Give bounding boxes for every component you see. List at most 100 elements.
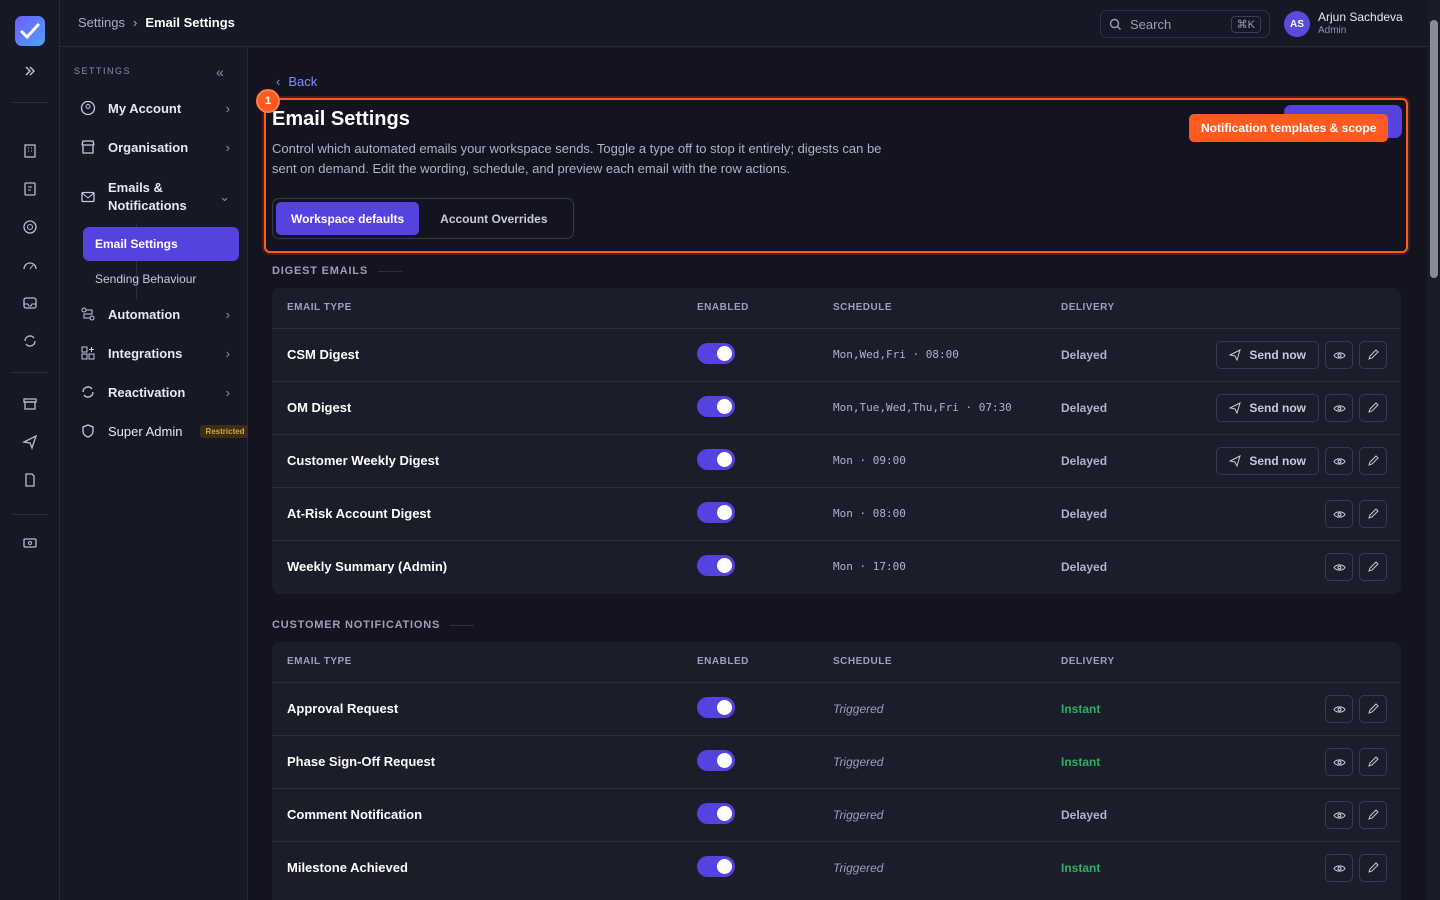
enabled-toggle[interactable] — [697, 502, 735, 523]
gauge-icon[interactable] — [20, 255, 40, 275]
pencil-icon — [1368, 508, 1379, 519]
user-role: Admin — [1318, 25, 1347, 36]
collapse-sidebar-icon[interactable]: « — [216, 64, 224, 80]
pencil-icon — [1368, 349, 1379, 360]
schedule-value: Triggered — [833, 702, 884, 716]
enabled-toggle[interactable] — [697, 555, 735, 576]
chevron-down-icon: ⌄ — [219, 189, 230, 204]
eye-icon — [1332, 404, 1346, 412]
row-actions — [1325, 695, 1387, 723]
preview-button[interactable] — [1325, 801, 1353, 829]
expand-icon[interactable] — [20, 61, 40, 81]
sidebar-item-label: Reactivation — [108, 384, 186, 400]
delivery-value: Delayed — [1061, 560, 1108, 574]
preview-button[interactable] — [1325, 695, 1353, 723]
preview-button[interactable] — [1325, 341, 1353, 369]
send-now-label: Send now — [1249, 454, 1306, 468]
refresh-icon — [82, 386, 94, 398]
email-type-name: OM Digest — [287, 400, 352, 415]
col-enabled: ENABLED — [697, 302, 749, 313]
sidebar-item-reactivation[interactable]: Reactivation › — [80, 384, 230, 400]
checklist-icon[interactable] — [20, 179, 40, 199]
app-logo[interactable] — [15, 16, 45, 46]
table-row: Phase Sign-Off Request Triggered Instant — [272, 736, 1401, 789]
send-now-button[interactable]: Send now — [1216, 341, 1319, 369]
preview-button[interactable] — [1325, 748, 1353, 776]
send-icon[interactable] — [20, 432, 40, 452]
sidebar-item-automation[interactable]: Automation › — [80, 306, 230, 322]
billing-icon[interactable] — [20, 533, 40, 553]
preview-button[interactable] — [1325, 553, 1353, 581]
edit-button[interactable] — [1359, 341, 1387, 369]
delivery-value: Delayed — [1061, 401, 1108, 415]
sidebar-item-integrations[interactable]: Integrations › — [80, 345, 230, 361]
send-icon — [1229, 349, 1242, 361]
row-actions — [1325, 553, 1387, 581]
edit-button[interactable] — [1359, 748, 1387, 776]
target-icon[interactable] — [20, 217, 40, 237]
section-title: DIGEST EMAILS — [272, 265, 368, 277]
table-header: EMAIL TYPE ENABLED SCHEDULE DELIVERY — [272, 288, 1401, 329]
scrollbar-thumb[interactable] — [1430, 20, 1438, 278]
delivery-value: Instant — [1061, 702, 1101, 716]
sidebar-subitem-sending-behaviour[interactable]: Sending Behaviour — [95, 272, 196, 286]
document-icon[interactable] — [20, 470, 40, 490]
preview-button[interactable] — [1325, 854, 1353, 882]
edit-button[interactable] — [1359, 553, 1387, 581]
shield-icon — [82, 424, 94, 438]
user-name[interactable]: Arjun Sachdeva — [1318, 10, 1403, 24]
table-row: CSM Digest Mon,Wed,Fri · 08:00 Delayed S… — [272, 329, 1401, 382]
sidebar-item-super-admin[interactable]: Super Admin Restricted — [80, 423, 260, 439]
preview-button[interactable] — [1325, 447, 1353, 475]
back-link[interactable]: ‹ Back — [276, 74, 317, 89]
sidebar-item-my-account[interactable]: My Account › — [80, 100, 230, 116]
tab-workspace-defaults[interactable]: Workspace defaults — [276, 202, 420, 235]
enabled-toggle[interactable] — [697, 396, 735, 417]
send-now-button[interactable]: Send now — [1216, 394, 1319, 422]
send-now-label: Send now — [1249, 401, 1306, 415]
col-delivery: DELIVERY — [1061, 302, 1115, 313]
breadcrumb-parent[interactable]: Settings — [78, 15, 125, 30]
preview-button[interactable] — [1325, 394, 1353, 422]
main-content: ‹ Back 1 Notification templates & scope E… — [248, 48, 1426, 900]
edit-button[interactable] — [1359, 447, 1387, 475]
schedule-value: Mon · 09:00 — [833, 454, 906, 467]
rail-divider — [12, 514, 48, 515]
edit-button[interactable] — [1359, 500, 1387, 528]
schedule-value: Triggered — [833, 861, 884, 875]
enabled-toggle[interactable] — [697, 449, 735, 470]
schedule-value: Triggered — [833, 808, 884, 822]
send-now-button[interactable]: Send now — [1216, 447, 1319, 475]
avatar[interactable]: AS — [1284, 11, 1310, 37]
delivery-value: Delayed — [1061, 507, 1108, 521]
table-row: Approval Request Triggered Instant — [272, 683, 1401, 736]
row-actions — [1325, 500, 1387, 528]
sidebar-subitem-email-settings[interactable]: Email Settings — [83, 227, 239, 261]
page-scrollbar[interactable] — [1428, 0, 1440, 900]
table-row: Customer Weekly Digest Mon · 09:00 Delay… — [272, 435, 1401, 488]
col-email-type: EMAIL TYPE — [287, 302, 352, 313]
sidebar-item-organisation[interactable]: Organisation › — [80, 139, 230, 155]
edit-button[interactable] — [1359, 854, 1387, 882]
section-heading: CUSTOMER NOTIFICATIONS — [272, 619, 475, 631]
building-icon[interactable] — [20, 141, 40, 161]
archive-icon[interactable] — [20, 394, 40, 414]
edit-button[interactable] — [1359, 801, 1387, 829]
enabled-toggle[interactable] — [697, 803, 735, 824]
pencil-icon — [1368, 862, 1379, 873]
search-input[interactable]: Search ⌘K — [1100, 10, 1270, 38]
enabled-toggle[interactable] — [697, 750, 735, 771]
tab-account-overrides[interactable]: Account Overrides — [425, 202, 562, 235]
preview-button[interactable] — [1325, 500, 1353, 528]
mail-icon — [81, 191, 95, 203]
enabled-toggle[interactable] — [697, 343, 735, 364]
enabled-toggle[interactable] — [697, 856, 735, 877]
enabled-toggle[interactable] — [697, 697, 735, 718]
edit-button[interactable] — [1359, 394, 1387, 422]
refresh-icon[interactable] — [20, 331, 40, 351]
schedule-value: Mon · 17:00 — [833, 560, 906, 573]
sidebar-item-emails-notifications[interactable]: Emails & Notifications ⌄ — [80, 179, 230, 215]
inbox-icon[interactable] — [20, 293, 40, 313]
edit-button[interactable] — [1359, 695, 1387, 723]
search-shortcut: ⌘K — [1230, 15, 1261, 33]
